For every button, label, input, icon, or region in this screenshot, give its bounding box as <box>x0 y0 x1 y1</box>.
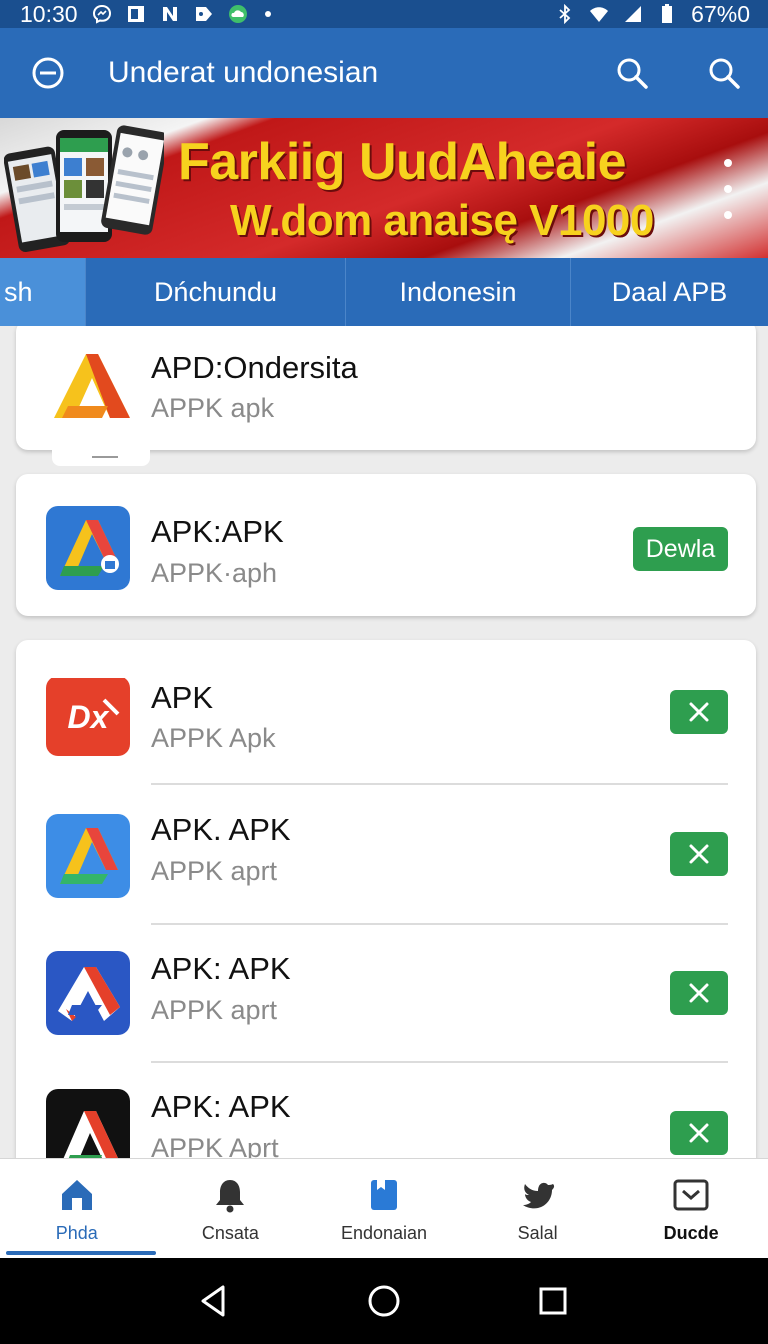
nav-item-salal[interactable]: Salal <box>461 1159 615 1259</box>
list-item[interactable]: APK: APK APPK aprt <box>16 925 756 1061</box>
wifi-icon <box>589 4 609 24</box>
close-icon[interactable] <box>670 690 728 734</box>
list-item[interactable]: Dx APK APPK Apk <box>16 640 756 780</box>
battery-level: 67%0 <box>691 0 750 27</box>
search-icon[interactable] <box>696 45 752 101</box>
list-item[interactable]: APK:APK APPK·aph Dewla <box>16 474 756 616</box>
recents-icon[interactable] <box>528 1276 578 1326</box>
news-icon <box>126 4 146 24</box>
nav-label: Ducde <box>663 1223 719 1243</box>
divider <box>151 783 728 785</box>
close-icon[interactable] <box>670 1111 728 1155</box>
phones-illustration <box>4 125 164 252</box>
close-icon[interactable] <box>670 971 728 1015</box>
app-title: Underat undonesian <box>108 56 379 89</box>
bell-icon <box>210 1175 250 1215</box>
app-name: APK: APK <box>151 1089 291 1124</box>
tab-indonesin[interactable]: Indonesin <box>346 258 571 326</box>
app-card: APK:APK APPK·aph Dewla <box>16 474 756 616</box>
nav-item-phda[interactable]: Phda <box>0 1159 154 1259</box>
bottom-navigation: Phda Cnsata Endonaian Salal Ducde <box>0 1158 768 1258</box>
banner-subheadline: W.dom anaisę V1000 <box>230 196 654 245</box>
active-tab-indicator <box>6 1251 156 1255</box>
n-icon <box>160 4 180 24</box>
home-icon <box>57 1175 97 1215</box>
svg-text:Dx: Dx <box>68 699 110 735</box>
system-navigation <box>0 1258 768 1344</box>
download-button[interactable]: Dewla <box>633 527 728 571</box>
nav-item-cnsata[interactable]: Cnsata <box>154 1159 308 1259</box>
app-subtitle: APPK aprt <box>151 995 278 1025</box>
promo-banner[interactable]: Farkiig UudAheaie W.dom anaisę V1000 <box>0 118 768 258</box>
nav-label: Phda <box>55 1223 98 1243</box>
app-subtitle: APPK aprt <box>151 856 278 886</box>
search-icon[interactable] <box>604 45 660 101</box>
nav-label: Salal <box>517 1223 558 1243</box>
app-subtitle: APPK·aph <box>151 558 278 588</box>
bluetooth-icon <box>555 4 575 24</box>
cloud-icon <box>228 4 248 24</box>
messenger-icon <box>92 4 112 24</box>
more-vert-icon[interactable] <box>716 155 740 223</box>
nav-label: Endonaian <box>340 1223 428 1243</box>
tab-daal-apb[interactable]: Daal APB <box>571 258 768 326</box>
list-item[interactable]: APK. APK APPK aprt <box>16 786 756 922</box>
dot-icon <box>262 4 282 24</box>
battery-icon <box>657 4 677 24</box>
app-name: APK:APK <box>151 514 284 549</box>
nav-item-endonaian[interactable]: Endonaian <box>307 1159 461 1259</box>
app-bar: Underat undonesian <box>0 28 768 118</box>
tab-sh[interactable]: sh <box>0 258 86 326</box>
banner-headline: Farkiig UudAheaie <box>178 133 627 191</box>
blue-red-a-icon <box>46 951 130 1035</box>
app-subtitle: APPK Apk <box>151 723 276 753</box>
signal-icon <box>623 4 643 24</box>
app-subtitle: APPK apk <box>151 393 275 423</box>
black-a-icon <box>46 1089 130 1158</box>
app-list: APD:Ondersita APPK apk APK:APK APPK·aph … <box>0 326 768 1158</box>
app-name: APD:Ondersita <box>151 350 358 385</box>
app-subtitle: APPK Aprt <box>151 1133 279 1158</box>
home-circle-icon[interactable] <box>359 1276 409 1326</box>
tab-bar: sh Dńchundu Indonesin Daal APB <box>0 258 768 326</box>
minus-circle-icon[interactable] <box>20 45 76 101</box>
list-item[interactable]: APD:Ondersita APPK apk <box>16 326 756 450</box>
app-name: APK: APK <box>151 951 291 986</box>
inbox-icon <box>671 1175 711 1215</box>
nav-label: Cnsata <box>201 1223 259 1243</box>
card-handle <box>52 448 150 466</box>
tab-dnchundu[interactable]: Dńchundu <box>86 258 346 326</box>
app-name: APK. APK <box>151 812 291 847</box>
screen: 10:30 67%0 Underat undonesian Farkiig Uu… <box>0 0 768 1344</box>
bird-icon <box>518 1175 558 1215</box>
blue-a-icon <box>46 506 130 590</box>
back-icon[interactable] <box>190 1276 240 1326</box>
yellow-red-a-icon <box>46 344 130 428</box>
app-name: APK <box>151 680 214 715</box>
status-time: 10:30 <box>20 0 78 27</box>
close-icon[interactable] <box>670 832 728 876</box>
book-icon <box>364 1175 404 1215</box>
list-item[interactable]: APK: APK APPK Aprt <box>16 1063 756 1158</box>
red-dx-icon: Dx <box>46 676 130 756</box>
app-card: APD:Ondersita APPK apk <box>16 326 756 466</box>
tag-icon <box>194 4 214 24</box>
status-bar: 10:30 67%0 <box>0 0 768 28</box>
app-card: Dx APK APPK Apk APK. APK APPK aprt APK: … <box>16 640 756 1158</box>
nav-item-ducde[interactable]: Ducde <box>614 1159 768 1259</box>
blue-a-icon <box>46 814 130 898</box>
